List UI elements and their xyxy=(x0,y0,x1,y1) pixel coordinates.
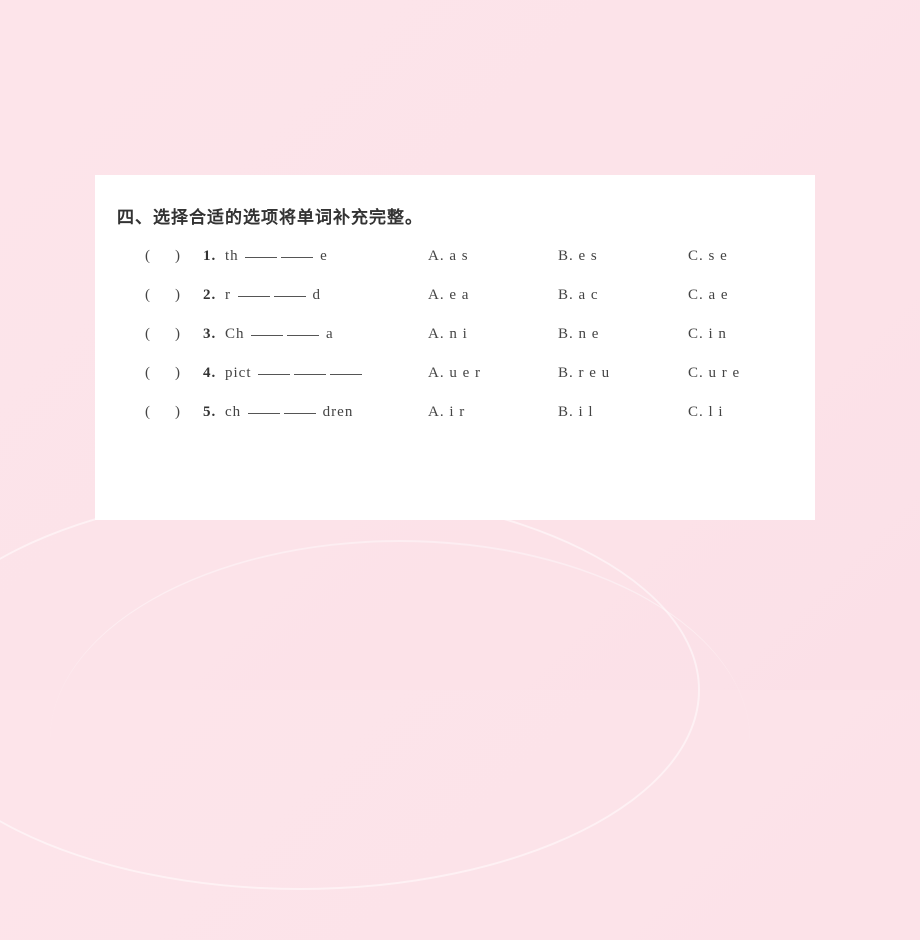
word-fragment: 3. Ch a xyxy=(203,326,428,343)
option-a: A. u e r xyxy=(428,365,558,382)
option-b: B. i l xyxy=(558,404,688,421)
option-b: B. e s xyxy=(558,248,688,265)
question-row-4: ( ) 4. pict A. u e r B. r e u C. u r e xyxy=(117,365,793,382)
question-row-2: ( ) 2. r d A. e a B. a c C. a e xyxy=(117,287,793,304)
answer-paren: ( ) xyxy=(145,365,203,382)
option-a: A. e a xyxy=(428,287,558,304)
option-c: C. s e xyxy=(688,248,728,265)
section-title: 四、选择合适的选项将单词补充完整。 xyxy=(117,203,793,228)
option-c: C. u r e xyxy=(688,365,740,382)
option-c: C. a e xyxy=(688,287,729,304)
answer-paren: ( ) xyxy=(145,248,203,265)
option-a: A. i r xyxy=(428,404,558,421)
word-fragment: 1. th e xyxy=(203,248,428,265)
option-c: C. l i xyxy=(688,404,724,421)
option-a: A. a s xyxy=(428,248,558,265)
question-row-5: ( ) 5. ch dren A. i r B. i l C. l i xyxy=(117,404,793,421)
decorative-curve-2 xyxy=(50,540,750,940)
option-b: B. r e u xyxy=(558,365,688,382)
answer-paren: ( ) xyxy=(145,404,203,421)
option-b: B. a c xyxy=(558,287,688,304)
word-fragment: 4. pict xyxy=(203,365,428,382)
answer-paren: ( ) xyxy=(145,326,203,343)
option-c: C. i n xyxy=(688,326,727,343)
word-fragment: 2. r d xyxy=(203,287,428,304)
option-a: A. n i xyxy=(428,326,558,343)
option-b: B. n e xyxy=(558,326,688,343)
question-row-3: ( ) 3. Ch a A. n i B. n e C. i n xyxy=(117,326,793,343)
answer-paren: ( ) xyxy=(145,287,203,304)
worksheet-panel: 四、选择合适的选项将单词补充完整。 ( ) 1. th e A. a s B. … xyxy=(95,175,815,520)
question-row-1: ( ) 1. th e A. a s B. e s C. s e xyxy=(117,248,793,265)
word-fragment: 5. ch dren xyxy=(203,404,428,421)
